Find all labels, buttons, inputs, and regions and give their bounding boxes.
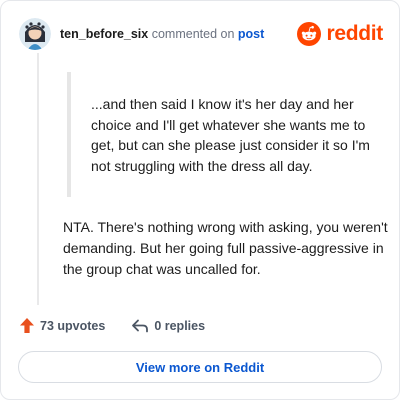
- avatar[interactable]: [19, 18, 51, 50]
- quote-bar: [67, 72, 71, 197]
- username[interactable]: ten_before_six: [60, 27, 148, 41]
- quoted-text: ...and then said I know it's her day and…: [91, 96, 370, 174]
- comment-body: NTA. There's nothing wrong with asking, …: [63, 219, 388, 277]
- reddit-logo-icon: [297, 22, 322, 46]
- comment-header: ten_before_six commented on post reddit: [19, 17, 383, 51]
- view-more-button[interactable]: View more on Reddit: [18, 351, 382, 383]
- upvote-button[interactable]: 73 upvotes: [19, 317, 105, 334]
- thread-line: [37, 53, 39, 305]
- action-text: commented on: [151, 27, 235, 41]
- post-link[interactable]: post: [238, 27, 264, 41]
- upvote-arrow-icon: [20, 318, 34, 333]
- reply-count: 0 replies: [154, 318, 206, 333]
- replies-button[interactable]: 0 replies: [131, 318, 205, 334]
- comment-meta: ten_before_six commented on post: [60, 27, 264, 41]
- reddit-brand[interactable]: reddit: [297, 22, 383, 46]
- reply-arrow-icon: [132, 319, 149, 332]
- avatar-illustration-icon: [19, 18, 51, 50]
- upvote-count: 73 upvotes: [40, 318, 106, 333]
- reddit-wordmark: reddit: [326, 22, 383, 45]
- embedded-comment-card: ten_before_six commented on post reddit …: [0, 0, 400, 400]
- comment-actions: 73 upvotes 0 replies: [19, 317, 205, 334]
